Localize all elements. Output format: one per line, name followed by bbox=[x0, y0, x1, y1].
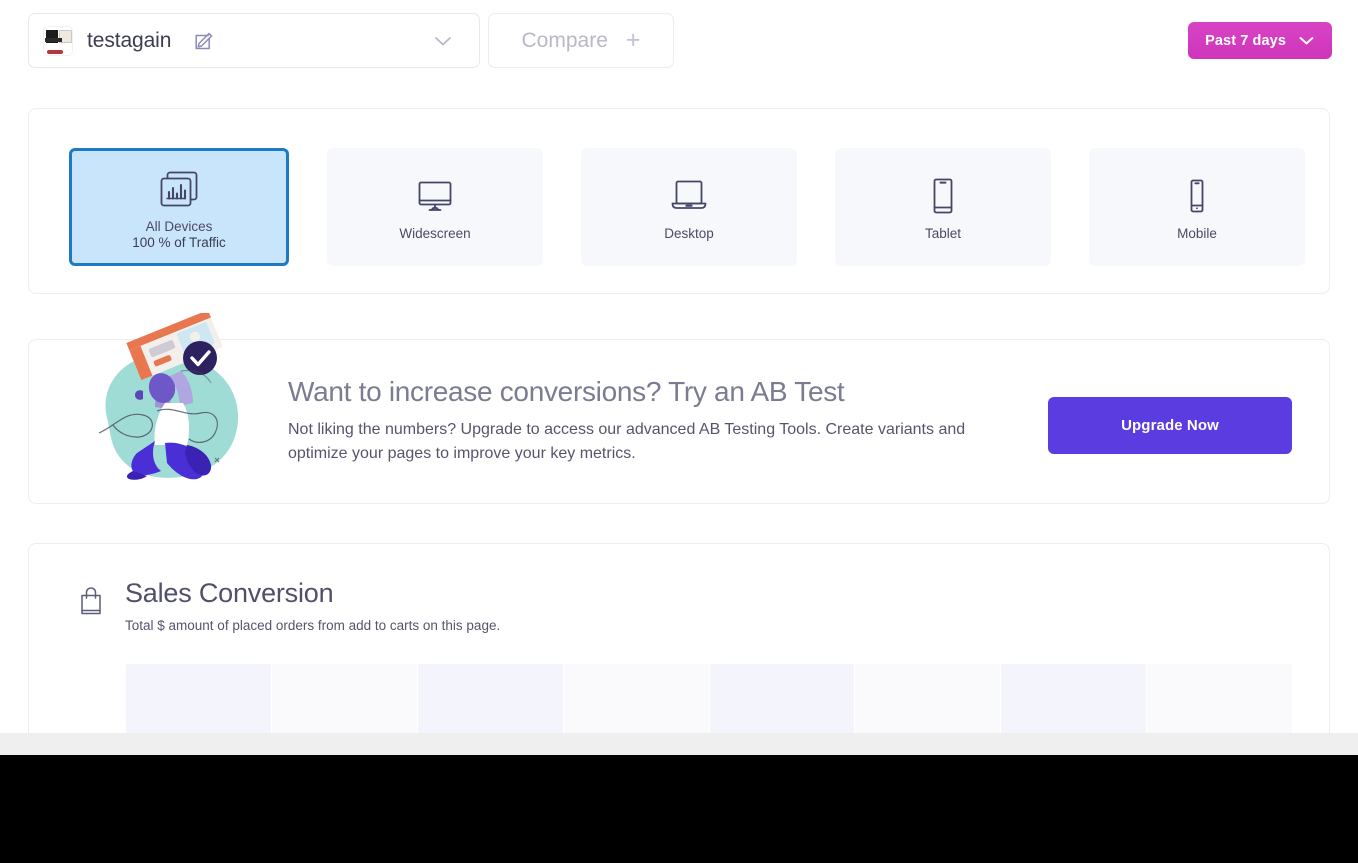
sales-chart-loading-skeleton bbox=[126, 664, 1292, 733]
promo-title: Want to increase conversions? Try an AB … bbox=[288, 376, 845, 407]
device-tile-label: Tablet bbox=[924, 226, 962, 242]
date-range-button[interactable]: Past 7 days bbox=[1188, 22, 1332, 59]
compare-label: Compare bbox=[521, 28, 608, 52]
laptop-icon bbox=[667, 171, 711, 221]
plus-icon: + bbox=[625, 26, 641, 54]
skeleton-column bbox=[271, 664, 417, 733]
sales-conversion-card: Sales Conversion Total $ amount of place… bbox=[28, 543, 1330, 733]
device-tile-widescreen[interactable]: Widescreen bbox=[327, 148, 543, 266]
sales-conversion-title: Sales Conversion bbox=[125, 578, 334, 608]
device-tile-label: Mobile bbox=[1177, 226, 1217, 242]
device-tile-mobile[interactable]: Mobile bbox=[1089, 148, 1305, 266]
site-name: testagain bbox=[87, 28, 172, 52]
shopping-bag-icon bbox=[77, 585, 105, 622]
device-tile-all-devices[interactable]: All Devices 100 % of Traffic bbox=[69, 148, 289, 266]
upgrade-now-button[interactable]: Upgrade Now bbox=[1048, 397, 1292, 454]
chevron-down-icon bbox=[1298, 35, 1315, 46]
app-page: testagain Compare + Past 7 days All Devi… bbox=[0, 0, 1358, 733]
site-selector[interactable]: testagain bbox=[28, 13, 480, 68]
ab-test-person-illustration bbox=[69, 310, 284, 498]
site-favicon-thumbnail bbox=[43, 25, 73, 56]
promo-description: Not liking the numbers? Upgrade to acces… bbox=[288, 421, 966, 463]
mobile-phone-icon bbox=[1175, 171, 1219, 221]
sales-conversion-header: Sales Conversion Total $ amount of place… bbox=[77, 578, 501, 633]
skeleton-column bbox=[855, 664, 1001, 733]
stacked-bar-chart-icon bbox=[157, 164, 201, 214]
ab-test-promo-card: Want to increase conversions? Try an AB … bbox=[28, 310, 1330, 504]
screen: testagain Compare + Past 7 days All Devi… bbox=[0, 0, 1358, 863]
skeleton-column bbox=[1147, 664, 1292, 733]
device-tile-label: Desktop bbox=[664, 226, 714, 242]
device-filter-card: All Devices 100 % of Traffic Widescreen bbox=[28, 108, 1330, 294]
device-tile-label: Widescreen bbox=[399, 226, 471, 242]
date-range-label: Past 7 days bbox=[1205, 32, 1286, 49]
device-tile-tablet[interactable]: Tablet bbox=[835, 148, 1051, 266]
chevron-down-icon[interactable] bbox=[433, 31, 453, 51]
skeleton-column bbox=[417, 664, 563, 733]
compare-button[interactable]: Compare + bbox=[488, 13, 674, 68]
top-bar: testagain Compare + Past 7 days bbox=[0, 0, 1358, 80]
device-tiles: All Devices 100 % of Traffic Widescreen bbox=[69, 148, 1305, 266]
promo-text-block: Want to increase conversions? Try an AB … bbox=[288, 376, 1018, 466]
skeleton-column bbox=[709, 664, 855, 733]
bottom-scroll-strip bbox=[0, 733, 1358, 755]
skeleton-column bbox=[563, 664, 709, 733]
device-tile-desktop[interactable]: Desktop bbox=[581, 148, 797, 266]
skeleton-column bbox=[1001, 664, 1147, 733]
skeleton-column bbox=[126, 664, 271, 733]
device-tile-label: All Devices bbox=[145, 218, 213, 234]
edit-pencil-icon[interactable] bbox=[191, 28, 217, 54]
tablet-icon bbox=[921, 171, 965, 221]
device-tile-sublabel: 100 % of Traffic bbox=[132, 235, 226, 251]
monitor-icon bbox=[413, 171, 457, 221]
sales-conversion-subtitle: Total $ amount of placed orders from add… bbox=[125, 617, 501, 633]
letterbox-area bbox=[0, 755, 1358, 863]
